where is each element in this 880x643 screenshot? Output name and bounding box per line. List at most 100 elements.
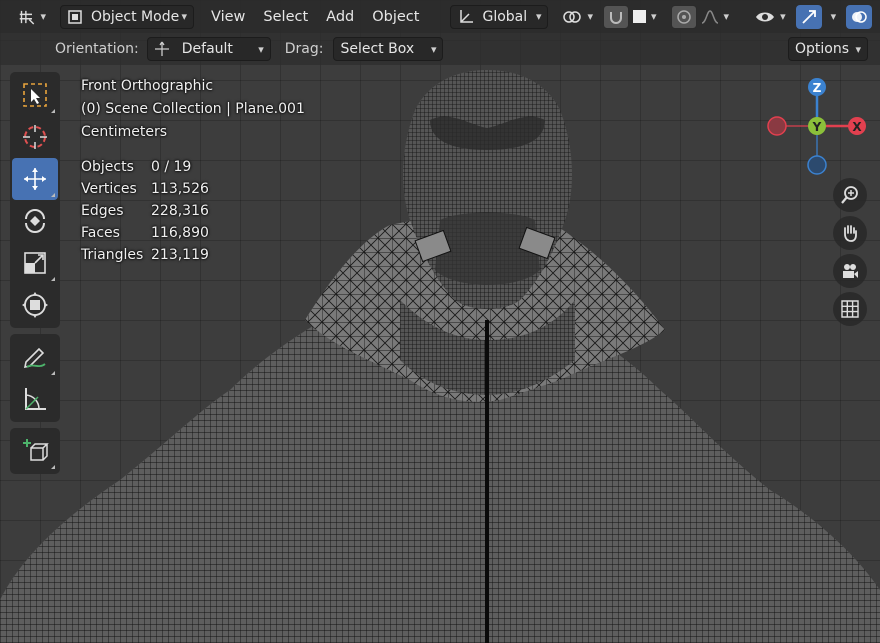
view-name: Front Orthographic: [81, 78, 214, 94]
stat-value: 116,890: [151, 225, 209, 241]
x-axis-label: X: [852, 120, 862, 134]
snap-target-dropdown[interactable]: ▾: [629, 5, 661, 29]
snap-square-icon: [633, 10, 646, 23]
chevron-down-icon: ▾: [855, 42, 861, 56]
stat-label: Triangles: [81, 247, 144, 263]
proportional-edit-toggle[interactable]: [670, 4, 697, 29]
chevron-down-icon: ▾: [780, 10, 786, 23]
menu-view[interactable]: View: [202, 9, 254, 25]
hand-icon: [844, 225, 857, 242]
stat-label: Edges: [81, 203, 124, 219]
eye-icon: [756, 12, 775, 21]
cursor-icon: [23, 125, 47, 149]
chevron-down-icon: ▾: [535, 10, 542, 23]
tool-add-cube[interactable]: [12, 430, 58, 472]
tool-transform[interactable]: [12, 284, 58, 326]
tool-group-add: [10, 428, 60, 474]
magnet-icon: [610, 11, 622, 24]
chevron-down-icon: ▾: [587, 10, 593, 23]
mode-dropdown[interactable]: Object Mode ▾: [60, 4, 194, 29]
tool-group-transform: [10, 72, 60, 328]
stat-value: 0 / 19: [151, 159, 192, 175]
gizmo-dropdown[interactable]: ▾: [822, 5, 841, 29]
tool-group-annotate: [10, 334, 60, 422]
chevron-down-icon: ▾: [651, 10, 657, 23]
gizmo-toggle[interactable]: [795, 4, 822, 29]
move-icon: [24, 168, 46, 190]
submenu-corner-icon: [51, 193, 55, 197]
object-mode-icon: [68, 9, 82, 24]
zoom-button[interactable]: [833, 178, 867, 212]
chevron-down-icon: ▾: [181, 10, 187, 23]
neg-z-axis-dot[interactable]: [807, 155, 827, 175]
stat-value: 228,316: [151, 203, 209, 219]
stat-value: 213,119: [151, 247, 209, 263]
options-label: Options: [795, 41, 850, 57]
tool-rotate[interactable]: [12, 200, 58, 242]
orientation-gizmo-icon: [154, 41, 169, 56]
tool-scale[interactable]: [12, 242, 58, 284]
stat-row: Vertices 113,526: [81, 178, 209, 200]
tool-measure[interactable]: [12, 378, 58, 420]
chevron-down-icon: ▾: [830, 10, 837, 23]
transform-orientation-dropdown[interactable]: Global ▾: [450, 4, 549, 29]
add-cube-icon: [23, 439, 49, 461]
neg-x-axis-dot[interactable]: [767, 116, 787, 136]
visibility-dropdown[interactable]: ▾: [751, 5, 790, 29]
tool-move[interactable]: [12, 158, 58, 200]
tool-cursor[interactable]: [12, 116, 58, 158]
chevron-down-icon: ▾: [258, 42, 264, 56]
falloff-dropdown[interactable]: ▾: [697, 5, 734, 29]
viewport-header: ▾ Object Mode ▾ View Select Add Object G…: [0, 0, 880, 33]
editor-type-button[interactable]: ▾: [12, 5, 52, 29]
stat-row: Triangles 213,119: [81, 244, 209, 266]
stat-row: Faces 116,890: [81, 222, 209, 244]
viewport-info: Front Orthographic (0) Scene Collection …: [81, 75, 305, 144]
grid-icon: [841, 300, 859, 318]
navigation-gizmo[interactable]: Z X Y: [760, 72, 880, 182]
stat-label: Objects: [81, 159, 134, 175]
perspective-toggle-button[interactable]: [833, 292, 867, 326]
pan-button[interactable]: [833, 216, 867, 250]
gizmo-arrow-icon: [801, 9, 816, 24]
stat-label: Faces: [81, 225, 120, 241]
collection-info: (0) Scene Collection | Plane.001: [81, 101, 305, 117]
camera-icon: [843, 264, 858, 278]
annotate-icon: [23, 347, 46, 369]
stat-label: Vertices: [81, 181, 137, 197]
navigation-buttons: [833, 178, 869, 330]
camera-view-button[interactable]: [833, 254, 867, 288]
pivot-point-button[interactable]: ▾: [556, 5, 599, 29]
drag-field-label: Drag:: [284, 41, 324, 57]
unit-system: Centimeters: [81, 124, 168, 140]
scale-icon: [24, 252, 46, 274]
menu-add[interactable]: Add: [317, 9, 363, 25]
falloff-curve-icon: [701, 9, 718, 24]
tool-shelf: [10, 72, 60, 480]
z-axis-label: Z: [813, 81, 822, 95]
orientation-dropdown[interactable]: Default ▾: [146, 37, 271, 61]
chevron-down-icon: ▾: [430, 42, 437, 56]
stat-value: 113,526: [151, 181, 209, 197]
overlays-toggle[interactable]: [846, 4, 873, 29]
submenu-corner-icon: [51, 371, 55, 375]
drag-value: Select Box: [340, 41, 415, 57]
header-menus: View Select Add Object: [202, 9, 428, 25]
orientation-axes-icon: [460, 9, 474, 23]
chevron-down-icon: ▾: [723, 10, 730, 23]
transform-icon: [22, 292, 48, 318]
menu-object[interactable]: Object: [363, 9, 428, 25]
zoom-icon: [841, 186, 858, 204]
drag-dropdown[interactable]: Select Box ▾: [333, 37, 444, 61]
rotate-icon: [25, 209, 45, 233]
snap-toggle[interactable]: [603, 4, 629, 29]
proportional-edit-icon: [676, 9, 691, 24]
stat-row: Objects 0 / 19: [81, 156, 209, 178]
options-dropdown[interactable]: Options ▾: [788, 37, 868, 61]
tool-select-box[interactable]: [12, 74, 58, 116]
statistics-overlay: Objects 0 / 19 Vertices 113,526 Edges 228,3…: [81, 156, 209, 266]
menu-select[interactable]: Select: [254, 9, 317, 25]
chevron-down-icon: ▾: [40, 10, 46, 23]
tool-annotate[interactable]: [12, 336, 58, 378]
orientation-value: Default: [181, 41, 233, 57]
